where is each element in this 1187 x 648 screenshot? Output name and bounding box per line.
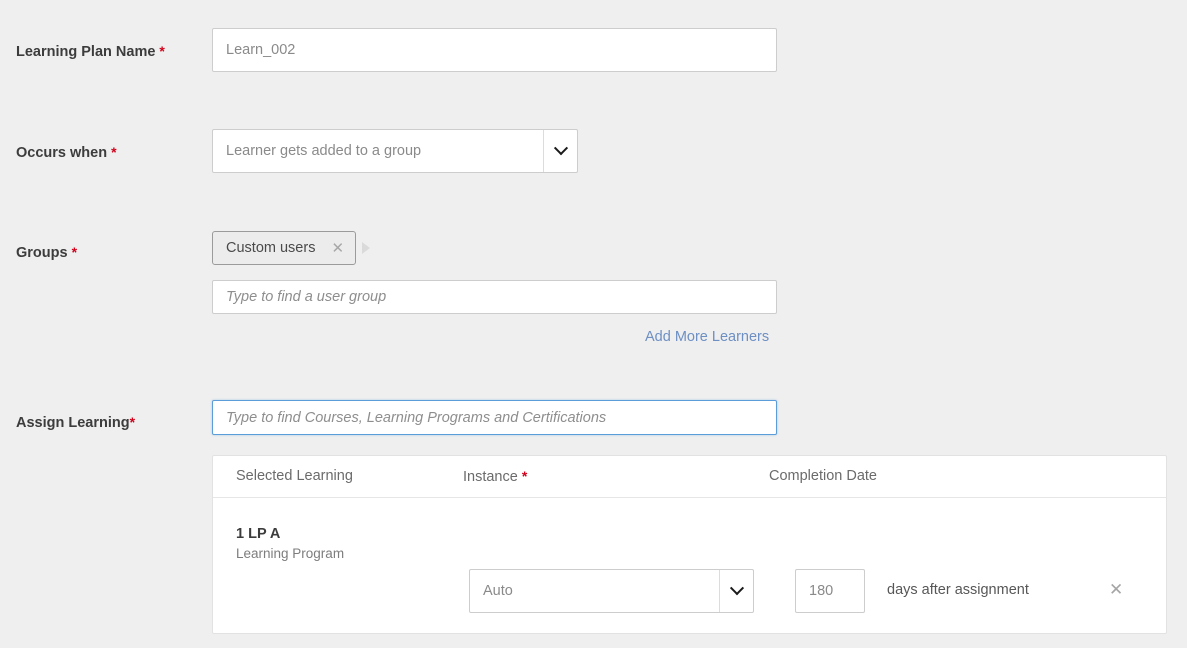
groups-search-input[interactable]: Type to find a user group <box>212 280 777 314</box>
learning-plan-name-input[interactable]: Learn_002 <box>212 28 777 72</box>
column-header-completion-date: Completion Date <box>769 468 877 484</box>
selected-learning-table: Selected Learning Instance* Completion D… <box>212 455 1167 634</box>
completion-days-suffix-label: days after assignment <box>887 582 1029 598</box>
instance-selected-value: Auto <box>470 570 719 612</box>
row-learning-title: 1 LP A <box>236 526 280 542</box>
occurs-when-label: Occurs when* <box>16 144 206 161</box>
column-header-selected-learning-text: Selected Learning <box>236 468 353 484</box>
occurs-when-label-text: Occurs when <box>16 145 107 161</box>
occurs-when-selected-value: Learner gets added to a group <box>213 130 543 172</box>
completion-days-input[interactable]: 180 <box>795 569 865 613</box>
column-header-instance: Instance* <box>463 468 527 485</box>
required-asterisk: * <box>522 468 527 484</box>
groups-label-text: Groups <box>16 245 68 261</box>
group-chip-label: Custom users <box>226 240 315 256</box>
required-asterisk: * <box>159 43 164 59</box>
add-more-learners-link[interactable]: Add More Learners <box>645 329 769 345</box>
table-header-row: Selected Learning Instance* Completion D… <box>213 456 1166 498</box>
assign-learning-input[interactable]: Type to find Courses, Learning Programs … <box>212 400 777 435</box>
row-learning-type: Learning Program <box>236 546 344 561</box>
chevron-down-icon[interactable] <box>719 570 753 612</box>
group-chip-custom-users[interactable]: Custom users ✕ <box>212 231 356 265</box>
close-icon[interactable]: ✕ <box>1109 581 1123 598</box>
chevron-down-icon[interactable] <box>543 130 577 172</box>
caret-right-icon <box>362 242 370 254</box>
occurs-when-select[interactable]: Learner gets added to a group <box>212 129 578 173</box>
learning-plan-name-label: Learning Plan Name* <box>16 43 206 60</box>
assign-learning-label: Assign Learning* <box>16 414 206 431</box>
close-icon[interactable]: ✕ <box>331 241 344 256</box>
groups-label: Groups* <box>16 244 206 261</box>
required-asterisk: * <box>72 244 77 260</box>
table-row: 1 LP A Learning Program Auto 180 days af… <box>213 498 1166 634</box>
column-header-selected-learning: Selected Learning <box>236 468 353 484</box>
required-asterisk: * <box>130 414 135 430</box>
assign-learning-label-text: Assign Learning <box>16 415 130 431</box>
column-header-completion-date-text: Completion Date <box>769 468 877 484</box>
required-asterisk: * <box>111 144 116 160</box>
learning-plan-name-label-text: Learning Plan Name <box>16 44 155 60</box>
instance-select[interactable]: Auto <box>469 569 754 613</box>
column-header-instance-text: Instance <box>463 469 518 485</box>
